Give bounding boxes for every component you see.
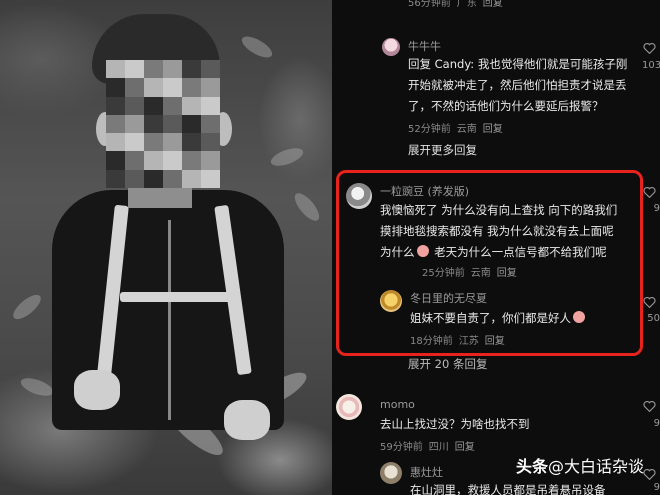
face-mosaic — [106, 60, 220, 188]
mosaic-block — [144, 96, 163, 115]
mosaic-block — [201, 133, 220, 152]
mosaic-block — [106, 78, 125, 97]
mosaic-block — [144, 78, 163, 97]
expand-replies[interactable]: 展开 20 条回复 — [408, 356, 487, 372]
highlight-frame — [336, 170, 643, 356]
child-photo — [0, 0, 332, 495]
leaf — [268, 144, 306, 170]
mosaic-block — [125, 60, 144, 79]
expand-more-replies[interactable]: 展开更多回复 — [408, 142, 477, 158]
mosaic-block — [182, 78, 201, 97]
mosaic-block — [163, 151, 182, 170]
leaf — [18, 374, 56, 400]
comment-text: 在山洞里，救援人员都是吊着悬吊设备 — [410, 483, 606, 495]
mosaic-block — [106, 114, 125, 134]
reply-button[interactable]: 回复 — [483, 0, 503, 9]
comment-location: 广东 — [456, 0, 477, 9]
heart-icon[interactable] — [643, 186, 656, 198]
mosaic-block — [125, 114, 144, 134]
comment-text: 去山上找过没？为啥也找不到 — [380, 417, 530, 431]
like-count: 103 — [642, 60, 660, 71]
mosaic-block — [201, 169, 220, 188]
mosaic-block — [182, 114, 201, 134]
mosaic-block — [163, 133, 182, 152]
comment-time: 52分钟前 — [408, 124, 451, 135]
heart-icon[interactable] — [643, 42, 656, 54]
comment-location: 四川 — [428, 442, 449, 453]
mosaic-block — [125, 169, 144, 188]
mosaic-block — [106, 151, 125, 170]
mosaic-block — [144, 60, 163, 79]
mosaic-block — [163, 114, 182, 134]
mosaic-block — [144, 169, 163, 188]
comment-location: 云南 — [456, 124, 477, 135]
mosaic-block — [163, 96, 182, 115]
mosaic-block — [182, 151, 201, 170]
user-avatar[interactable] — [382, 38, 400, 56]
mosaic-block — [201, 60, 220, 79]
watermark: 头条 @大白话杂谈 — [516, 453, 644, 477]
mosaic-block — [125, 78, 144, 97]
comment-text: 回复 Candy: 我也觉得他们就是可能孩子刚开始就被冲走了，然后他们怕担责才说… — [408, 57, 628, 113]
mosaic-block — [144, 133, 163, 152]
mosaic-block — [182, 133, 201, 152]
watermark-logo: 头条 — [515, 457, 548, 476]
mosaic-block — [106, 96, 125, 115]
jacket-zipper — [168, 220, 171, 420]
like-count: 9 — [653, 203, 660, 214]
chest-strap — [120, 292, 240, 302]
mosaic-block — [182, 169, 201, 188]
like-count: 9 — [653, 482, 660, 493]
mosaic-block — [201, 78, 220, 97]
heart-icon[interactable] — [643, 468, 656, 480]
leaf — [238, 32, 276, 62]
mosaic-block — [144, 114, 163, 134]
reply-button[interactable]: 回复 — [483, 124, 503, 135]
reply-button[interactable]: 回复 — [455, 442, 475, 453]
mosaic-block — [106, 169, 125, 188]
comment-username[interactable]: momo — [380, 398, 415, 411]
leaf — [290, 189, 324, 225]
mosaic-block — [106, 133, 125, 152]
mosaic-block — [201, 96, 220, 115]
hand — [224, 400, 270, 440]
mosaic-block — [201, 114, 220, 134]
user-avatar[interactable] — [380, 462, 402, 484]
mosaic-block — [201, 151, 220, 170]
comment-meta: 59分钟前 四川 回复 — [380, 438, 475, 453]
mosaic-block — [125, 96, 144, 115]
mosaic-block — [125, 151, 144, 170]
mosaic-block — [144, 151, 163, 170]
like-count: 50 — [647, 313, 660, 324]
user-avatar[interactable] — [336, 394, 362, 420]
leaf — [9, 290, 45, 324]
like-count: 9 — [653, 418, 660, 429]
heart-icon[interactable] — [643, 296, 656, 308]
mosaic-block — [106, 60, 125, 79]
watermark-handle: @大白话杂谈 — [547, 457, 644, 476]
mosaic-block — [182, 96, 201, 115]
mosaic-block — [182, 60, 201, 79]
heart-icon[interactable] — [643, 400, 656, 412]
comment-time: 56分钟前 — [408, 0, 451, 9]
comment-username[interactable]: 牛牛牛 — [408, 38, 441, 54]
mosaic-block — [163, 169, 182, 188]
comment-meta: 56分钟前 广东 回复 — [408, 0, 503, 9]
hand — [74, 370, 120, 410]
comment-meta: 52分钟前 云南 回复 — [408, 120, 503, 135]
comment-username[interactable]: 惠灶灶 — [410, 464, 443, 480]
mosaic-block — [163, 60, 182, 79]
mosaic-block — [125, 133, 144, 152]
comment-time: 59分钟前 — [380, 442, 423, 453]
mosaic-block — [163, 78, 182, 97]
